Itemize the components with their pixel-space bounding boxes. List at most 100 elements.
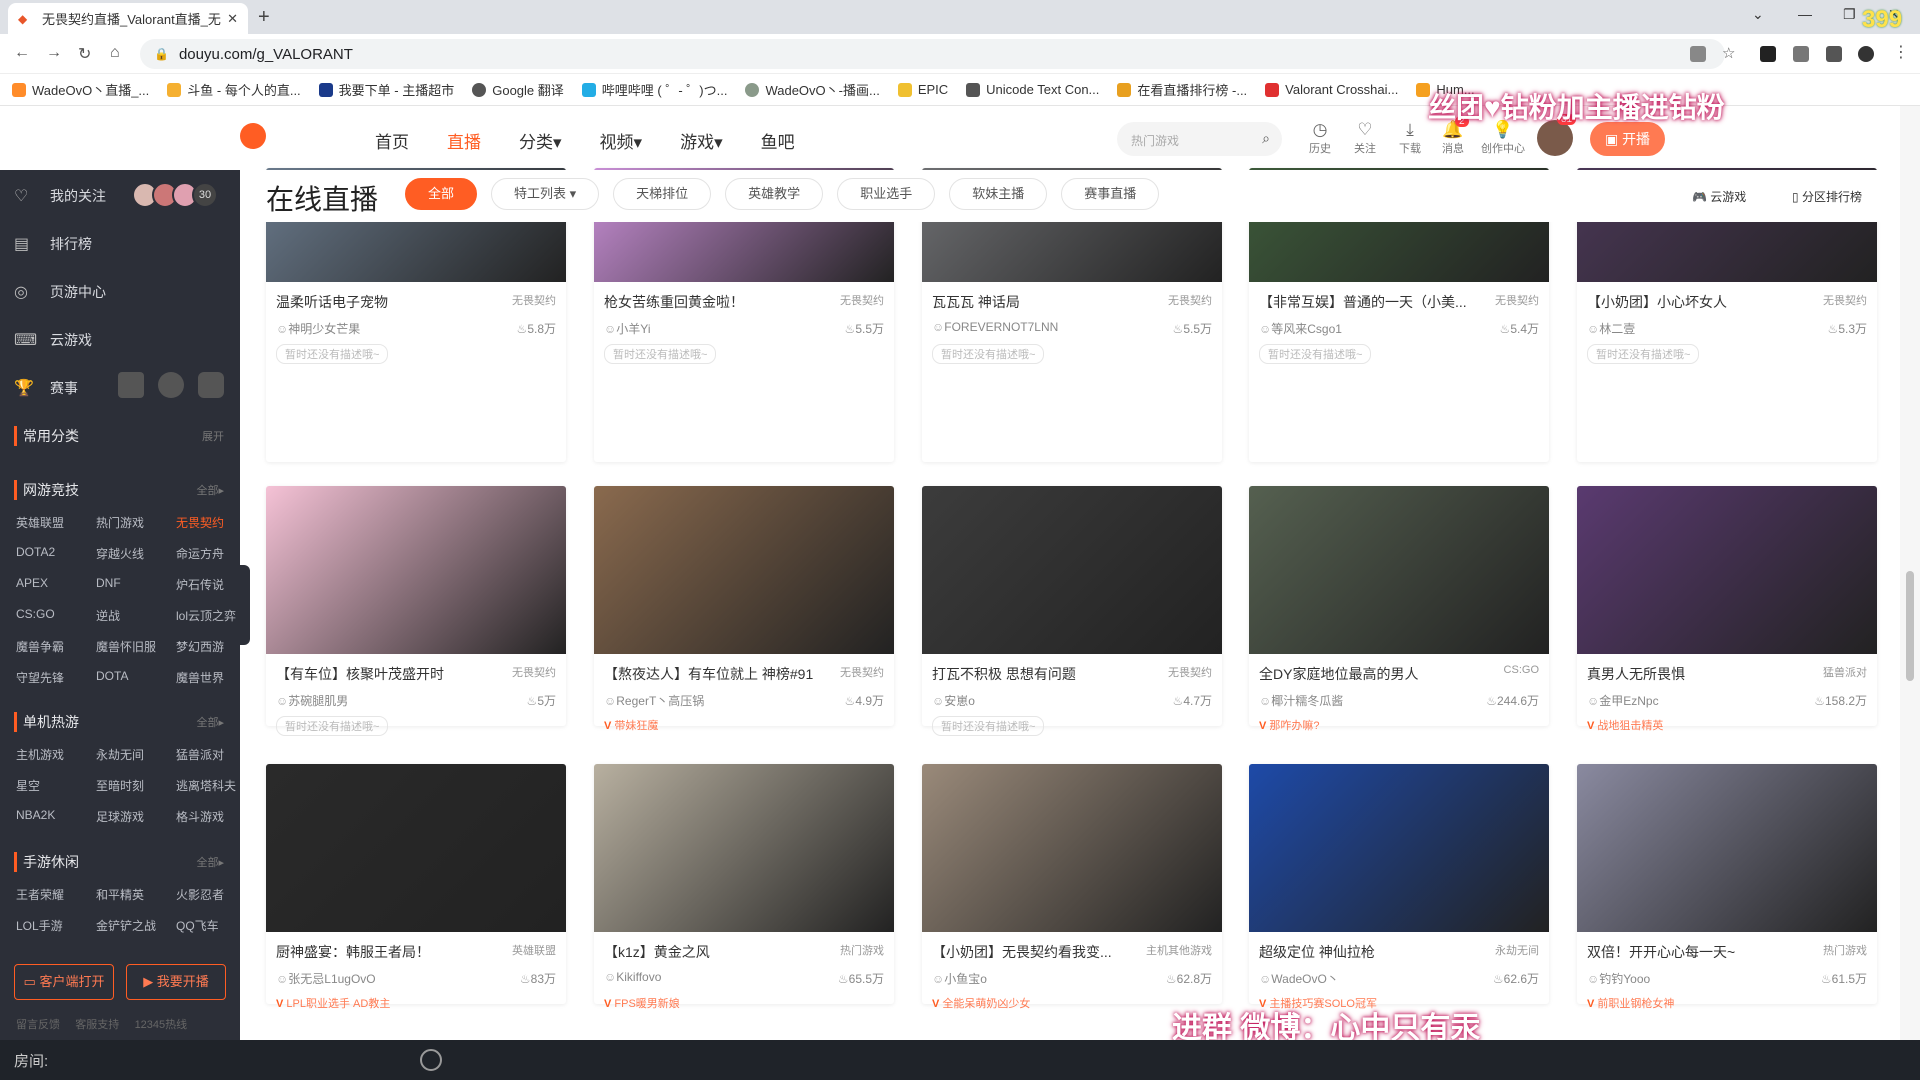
stream-title[interactable]: 全DY家庭地位最高的男人 [1259,664,1479,684]
stream-title[interactable]: 厨神盛宴：韩服王者局！ [276,942,496,962]
stream-thumbnail[interactable] [266,486,566,654]
streamer-name[interactable]: WadeOvO丶 [1259,970,1339,987]
game-link[interactable]: QQ飞车 [176,917,236,934]
streamer-name[interactable]: RegerT丶高压锅 [604,692,704,709]
stream-card[interactable]: 【小奶团】无畏契约看我变...主机其他游戏小鱼宝o 62.8万全能呆萌奶凶少女 [922,764,1222,1010]
browser-tab[interactable]: ◆ 无畏契约直播_Valorant直播_无畏 ✕ [8,3,248,34]
game-link[interactable]: DOTA2 [16,545,96,562]
bookmark-item[interactable]: 在看直播排行榜 -... [1117,80,1247,99]
game-link[interactable]: CS:GO [16,607,96,624]
chip-agents[interactable]: 特工列表 ▾ [491,178,600,210]
stream-title[interactable]: 【熬夜达人】有车位就上 神榜#91 [604,664,824,684]
stream-card[interactable]: 厨神盛宴：韩服王者局！ 英雄联盟张无忌L1ugOvO 83万 LPL职业选手 AD教主 [266,764,566,1010]
sidebar-item-follow[interactable]: ♡ 我的关注 [14,186,106,206]
stream-category[interactable]: 无畏契约 [512,664,556,684]
game-link[interactable]: 梦幻西游 [176,638,236,655]
stream-title[interactable]: 打瓦不积极 思想有问题 [932,664,1152,684]
game-link[interactable]: 金铲铲之战 [96,917,176,934]
home-icon[interactable]: ⌂ [110,44,120,62]
game-link[interactable]: LOL手游 [16,917,96,934]
follow-avatars[interactable]: 30 [132,182,218,208]
game-link[interactable]: 猛兽派对 [176,746,236,763]
chip-all[interactable]: 全部 [405,178,478,210]
stream-category[interactable]: 英雄联盟 [512,942,556,962]
stream-category[interactable]: 无畏契约 [1168,292,1212,312]
stream-thumbnail[interactable] [1577,764,1877,932]
target-icon[interactable] [420,1049,442,1071]
all-button[interactable]: 全部▸ [196,714,224,730]
game-link[interactable]: 至暗时刻 [96,777,176,794]
all-button[interactable]: 全部▸ [196,854,224,870]
url-field[interactable]: 🔒 douyu.com/g_VALORANT [140,39,1725,69]
stream-title[interactable]: 温柔听话电子宠物 [276,292,496,312]
game-link[interactable]: 格斗游戏 [176,808,236,825]
stream-category[interactable]: 主机其他游戏 [1146,942,1212,962]
douyu-logo[interactable] [240,122,270,150]
bookmark-item[interactable]: 斗鱼 - 每个人的直... [167,80,301,99]
history-button[interactable]: ◷ 历史 [1300,120,1340,156]
game-link[interactable]: 热门游戏 [96,514,176,531]
start-stream-button[interactable]: ▣ 开播 [1590,122,1665,156]
bookmark-item[interactable]: Unicode Text Con... [966,82,1099,97]
stream-thumbnail[interactable] [266,764,566,932]
stream-card[interactable]: 【有车位】核聚叶茂盛开时无畏契约苏碗腿肌男 5万暂时还没有描述哦~ [266,486,566,736]
stream-title[interactable]: 超级定位 神仙拉枪 [1259,942,1479,962]
nav-games[interactable]: 游戏▾ [680,128,723,153]
streamer-name[interactable]: 林二壹 [1587,320,1635,337]
game-link[interactable]: 炉石传说 [176,576,236,593]
stream-card[interactable]: 打瓦不积极 思想有问题无畏契约安崽o 4.7万暂时还没有描述哦~ [922,486,1222,736]
search-input[interactable]: 热门游戏 ⌕ [1117,122,1282,156]
game-link[interactable]: 足球游戏 [96,808,176,825]
stream-card[interactable]: 超级定位 神仙拉枪永劫无间WadeOvO丶62.6万主播技巧赛SOLO冠军 [1249,764,1549,1010]
nav-video[interactable]: 视频▾ [600,128,643,153]
extension-icon[interactable] [1760,46,1776,62]
streamer-name[interactable]: 苏碗腿肌男 [276,692,348,709]
stream-thumbnail[interactable] [1249,486,1549,654]
stream-category[interactable]: CS:GO [1504,664,1539,684]
game-link[interactable]: 魔兽世界 [176,669,236,686]
game-link[interactable]: 魔兽怀旧服 [96,638,176,655]
event-logo-icon[interactable] [158,372,184,398]
streamer-name[interactable]: Kikiffovo [604,970,661,987]
page-scrollbar[interactable] [1900,106,1920,1040]
stream-title[interactable]: 【k1z】黄金之风 [604,942,824,962]
profile-icon[interactable] [1858,46,1874,62]
game-link[interactable]: DOTA [96,669,176,686]
streamer-name[interactable]: 小羊Yi [604,320,650,337]
streamer-name[interactable]: 小鱼宝o [932,970,987,987]
streamer-name[interactable]: 等风来Csgo1 [1259,320,1342,337]
forward-icon[interactable]: → [46,44,62,62]
stream-category[interactable]: 无畏契约 [840,292,884,312]
bookmark-item[interactable]: Valorant Crosshai... [1265,82,1398,97]
game-link[interactable]: 火影忍者 [176,886,236,903]
game-link[interactable]: 逆战 [96,607,176,624]
back-icon[interactable]: ← [14,44,30,62]
stream-card[interactable]: 真男人无所畏惧猛兽派对金甲EzNpc 158.2万战地狙击精英 [1577,486,1877,732]
event-logo-icon[interactable] [198,372,224,398]
stream-title[interactable]: 【小奶团】无畏契约看我变... [932,942,1146,962]
new-tab-icon[interactable]: + [258,6,270,29]
sidebar-collapse-handle[interactable] [240,565,250,645]
game-link[interactable]: APEX [16,576,96,593]
maximize-icon[interactable]: ❐ [1843,6,1856,23]
stream-title[interactable]: 真男人无所畏惧 [1587,664,1807,684]
stream-thumbnail[interactable] [594,764,894,932]
support-link[interactable]: 客服支持 [75,1019,119,1031]
bookmark-item[interactable]: 哔哩哔哩 ( ゜- ゜)つ... [581,80,727,99]
game-link[interactable]: 星空 [16,777,96,794]
reload-icon[interactable]: ↻ [78,44,91,64]
chip-ranked[interactable]: 天梯排位 [613,178,712,210]
bookmark-item[interactable]: 我要下单 - 主播超市 [318,80,454,99]
feedback-link[interactable]: 留言反馈 [16,1019,60,1031]
nav-home[interactable]: 首页 [375,128,409,153]
sidebar-item-events[interactable]: 🏆 赛事 [14,378,78,398]
sidebar-item-ranking[interactable]: ▤ 排行榜 [14,234,92,254]
game-link[interactable]: 和平精英 [96,886,176,903]
sidepanel-icon[interactable] [1826,46,1842,62]
stream-thumbnail[interactable] [594,486,894,654]
nav-category[interactable]: 分类▾ [519,128,562,153]
game-link[interactable]: 逃离塔科夫 [176,777,236,794]
stream-card[interactable]: 双倍！开开心心每一天~ 热门游戏钓钓Yooo 61.5万前职业钢枪女神 [1577,764,1877,1010]
stream-title[interactable]: 【小奶团】小心坏女人 [1587,292,1807,312]
all-button[interactable]: 全部▸ [196,482,224,498]
